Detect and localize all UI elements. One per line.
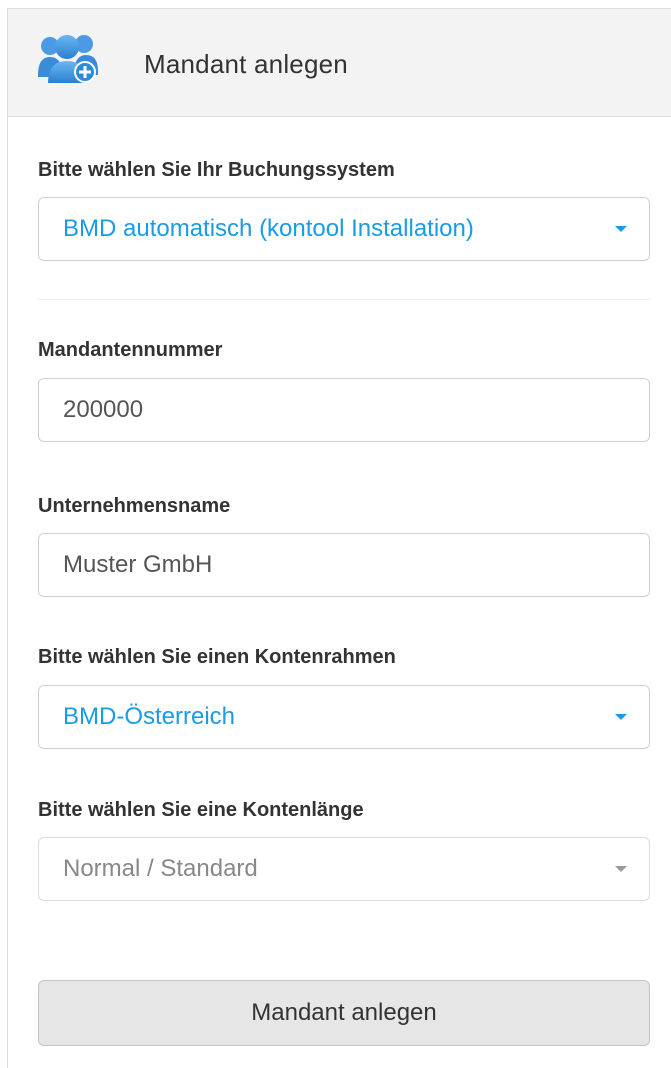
client-number-value: 200000 [63, 396, 144, 423]
client-number-input[interactable]: 200000 [38, 378, 650, 442]
company-name-label: Unternehmensname [38, 495, 231, 517]
add-user-group-icon [36, 29, 102, 85]
create-client-panel: Mandant anlegen Bitte wählen Sie Ihr Buc… [7, 8, 671, 1068]
chart-of-accounts-value: BMD-Österreich [63, 703, 236, 730]
chart-of-accounts-select[interactable]: BMD-Österreich [38, 685, 650, 749]
booking-system-label: Bitte wählen Sie Ihr Buchungssystem [38, 159, 395, 181]
client-number-label: Mandantennummer [38, 339, 223, 361]
caret-down-icon [615, 714, 627, 720]
caret-down-icon [615, 866, 627, 872]
account-length-value: Normal / Standard [63, 855, 258, 882]
booking-system-value: BMD automatisch (kontool Installation) [63, 215, 474, 242]
panel-header: Mandant anlegen [8, 9, 671, 117]
account-length-label: Bitte wählen Sie eine Kontenlänge [38, 799, 364, 821]
caret-down-icon [615, 226, 627, 232]
account-length-select[interactable]: Normal / Standard [38, 837, 650, 901]
company-name-value: Muster GmbH [63, 551, 213, 578]
create-client-button[interactable]: Mandant anlegen [38, 980, 650, 1046]
divider [38, 299, 650, 300]
page-title: Mandant anlegen [144, 49, 348, 79]
company-name-input[interactable]: Muster GmbH [38, 533, 650, 597]
booking-system-select[interactable]: BMD automatisch (kontool Installation) [38, 197, 650, 261]
chart-of-accounts-label: Bitte wählen Sie einen Kontenrahmen [38, 646, 396, 668]
